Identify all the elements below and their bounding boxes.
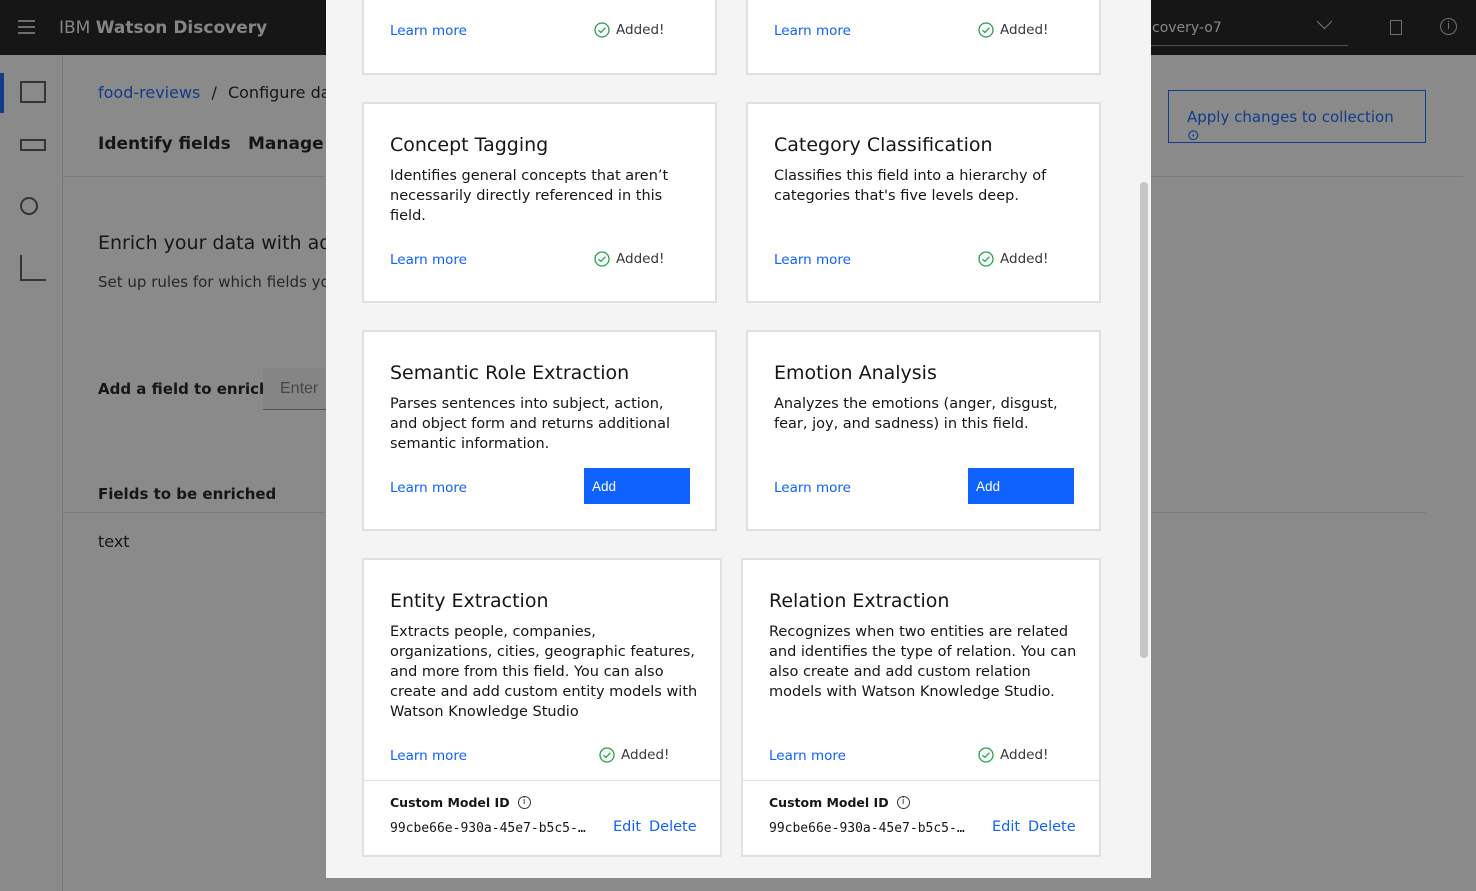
- checkmark-icon: [599, 747, 615, 763]
- checkmark-icon: [594, 251, 610, 267]
- custom-model-section: Custom Model ID i 99cbe66e-930a-45e7-b5c5…: [364, 780, 720, 857]
- enrichment-card: Relation Extraction Recognizes when two …: [741, 558, 1101, 857]
- info-icon[interactable]: i: [517, 796, 531, 809]
- learn-more-link[interactable]: Learn more: [390, 748, 467, 764]
- checkmark-icon: [978, 22, 994, 38]
- card-title: Concept Tagging: [390, 134, 549, 156]
- card-title: Entity Extraction: [390, 590, 549, 612]
- enrichment-card: Category Classification Classifies this …: [746, 102, 1101, 303]
- checkmark-icon: [978, 251, 994, 267]
- info-icon[interactable]: i: [896, 796, 910, 809]
- added-status: Added!: [978, 22, 1048, 38]
- add-button[interactable]: Add: [968, 468, 1074, 504]
- card-description: Extracts people, companies, organization…: [390, 624, 698, 720]
- card-title: Emotion Analysis: [774, 362, 937, 384]
- added-status: Added!: [978, 747, 1048, 763]
- card-description: Parses sentences into subject, action, a…: [390, 396, 670, 452]
- card-description: Recognizes when two entities are related…: [769, 624, 1077, 700]
- add-button[interactable]: Add: [584, 468, 690, 504]
- custom-model-label: Custom Model ID i: [769, 795, 910, 810]
- enrichment-card: Learn more Added!: [362, 0, 717, 75]
- added-status: Added!: [978, 251, 1048, 267]
- learn-more-link[interactable]: Learn more: [390, 480, 467, 496]
- card-description: Analyzes the emotions (anger, disgust, f…: [774, 396, 1058, 432]
- learn-more-link[interactable]: Learn more: [774, 252, 851, 268]
- learn-more-link[interactable]: Learn more: [774, 480, 851, 496]
- added-status: Added!: [594, 22, 664, 38]
- custom-model-id: 99cbe66e-930a-45e7-b5c5-…: [769, 821, 965, 836]
- learn-more-link[interactable]: Learn more: [769, 748, 846, 764]
- learn-more-link[interactable]: Learn more: [390, 23, 467, 39]
- custom-model-id: 99cbe66e-930a-45e7-b5c5-…: [390, 821, 586, 836]
- delete-link[interactable]: Delete: [1028, 819, 1076, 835]
- scrollbar[interactable]: [1140, 182, 1148, 658]
- edit-link[interactable]: Edit: [992, 819, 1020, 835]
- learn-more-link[interactable]: Learn more: [390, 252, 467, 268]
- custom-model-section: Custom Model ID i 99cbe66e-930a-45e7-b5c5…: [743, 780, 1099, 857]
- added-status: Added!: [599, 747, 669, 763]
- edit-link[interactable]: Edit: [613, 819, 641, 835]
- card-title: Semantic Role Extraction: [390, 362, 630, 384]
- enrichment-card: Learn more Added!: [746, 0, 1101, 75]
- card-title: Category Classification: [774, 134, 993, 156]
- card-title: Relation Extraction: [769, 590, 950, 612]
- enrichment-card: Concept Tagging Identifies general conce…: [362, 102, 717, 303]
- enrichments-modal: Learn more Added! Learn more Added! Conc…: [326, 0, 1151, 878]
- learn-more-link[interactable]: Learn more: [774, 23, 851, 39]
- delete-link[interactable]: Delete: [649, 819, 697, 835]
- checkmark-icon: [594, 22, 610, 38]
- card-description: Classifies this field into a hierarchy o…: [774, 168, 1047, 204]
- checkmark-icon: [978, 747, 994, 763]
- enrichment-card: Entity Extraction Extracts people, compa…: [362, 558, 722, 857]
- custom-model-label: Custom Model ID i: [390, 795, 531, 810]
- enrichment-card: Semantic Role Extraction Parses sentence…: [362, 330, 717, 531]
- added-status: Added!: [594, 251, 664, 267]
- card-description: Identifies general concepts that aren’t …: [390, 168, 669, 224]
- enrichment-card: Emotion Analysis Analyzes the emotions (…: [746, 330, 1101, 531]
